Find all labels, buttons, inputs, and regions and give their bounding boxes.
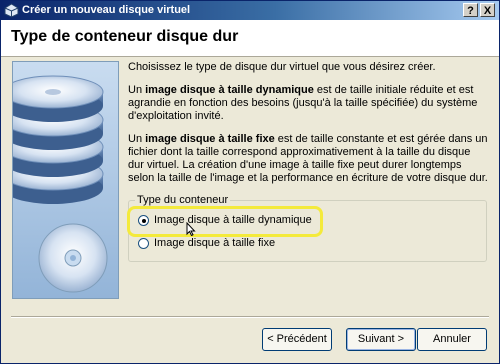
window-title: Créer un nouveau disque virtuel [22, 4, 191, 16]
fixed-desc-prefix: Un [128, 133, 146, 145]
highlight-annotation [127, 206, 323, 237]
group-legend: Type du conteneur [135, 194, 231, 206]
dynamic-desc-prefix: Un [128, 84, 146, 96]
wizard-window: Créer un nouveau disque virtuel ? X Type… [0, 0, 500, 364]
dynamic-desc-bold: image disque à taille dynamique [145, 84, 314, 96]
title-bar[interactable]: Créer un nouveau disque virtuel ? X [1, 1, 499, 20]
cancel-button[interactable]: Annuler [417, 328, 487, 351]
previous-button[interactable]: < Précédent [262, 328, 332, 351]
wizard-header: Type de conteneur disque dur [1, 20, 499, 57]
radio-fixed-label[interactable]: Image disque à taille fixe [154, 237, 275, 249]
mouse-cursor-icon [186, 221, 196, 239]
virtualbox-icon [4, 3, 19, 18]
intro-text: Choisissez le type de disque dur virtuel… [128, 61, 436, 73]
button-separator [11, 316, 489, 318]
next-button[interactable]: Suivant > [346, 328, 416, 351]
close-button[interactable]: X [480, 3, 495, 17]
description-area: Choisissez le type de disque dur virtuel… [128, 61, 488, 195]
help-button[interactable]: ? [463, 3, 478, 17]
radio-button[interactable] [138, 238, 149, 249]
fixed-description: Un image disque à taille fixe est de tai… [128, 133, 488, 185]
fixed-desc-bold: image disque à taille fixe [145, 133, 275, 145]
dynamic-description: Un image disque à taille dynamique est d… [128, 84, 488, 123]
page-title: Type de conteneur disque dur [11, 28, 239, 45]
disk-stack-icon [12, 61, 119, 299]
